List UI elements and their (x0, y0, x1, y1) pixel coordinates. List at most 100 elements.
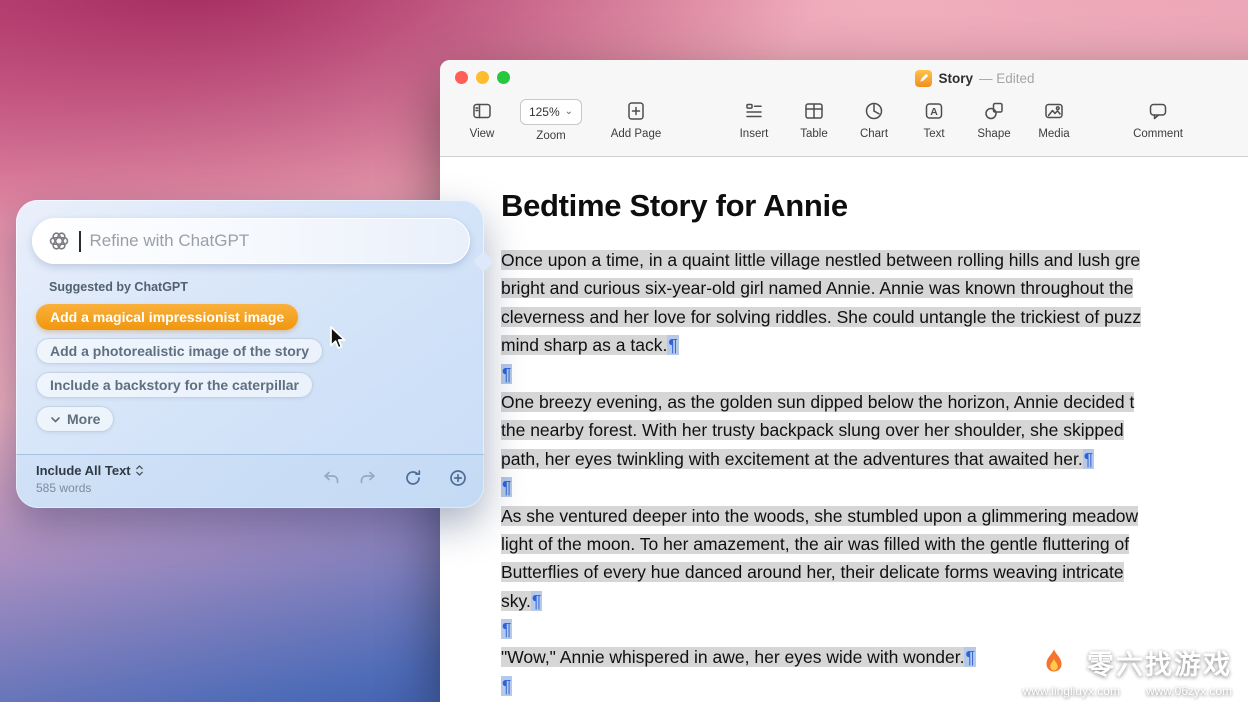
pages-window: Story — Edited View 125% ⌄ Zoom (440, 60, 1248, 702)
watermark-divider (1076, 650, 1078, 676)
pilcrow-mark: ¶ (964, 647, 975, 667)
insert-icon (743, 99, 765, 123)
toolbar-label: Text (923, 128, 944, 140)
comment-bubble-icon (1147, 99, 1169, 123)
chatgpt-logo-icon (46, 228, 72, 254)
media-photo-icon (1043, 99, 1065, 123)
zoom-dropdown[interactable]: 125% ⌄ (520, 99, 582, 125)
text-box-icon: A (923, 99, 945, 123)
pilcrow-mark: ¶ (1083, 449, 1094, 469)
selected-text: mind sharp as a tack. (501, 335, 667, 355)
svg-text:A: A (930, 106, 938, 118)
shape-icon (983, 99, 1005, 123)
pilcrow-mark: ¶ (667, 335, 678, 355)
titlebar: Story — Edited (440, 68, 1248, 88)
view-sidebar-icon (471, 99, 493, 123)
suggestion-add-magical-image[interactable]: Add a magical impressionist image (36, 304, 298, 330)
document-text-line: ¶ (501, 473, 1248, 501)
selected-text: As she ventured deeper into the woods, s… (501, 506, 1138, 526)
pilcrow-mark: ¶ (501, 364, 512, 384)
toolbar-label: Media (1038, 128, 1069, 140)
pilcrow-mark: ¶ (501, 676, 512, 696)
document-text-line: mind sharp as a tack.¶ (501, 331, 1248, 359)
toolbar-insert-button[interactable]: Insert (724, 99, 784, 140)
include-all-text-label: Include All Text (36, 463, 131, 478)
document-text-line: cleverness and her love for solving ridd… (501, 303, 1248, 331)
selected-text: One breezy evening, as the golden sun di… (501, 392, 1134, 412)
selected-text: "Wow," Annie whispered in awe, her eyes … (501, 647, 964, 667)
toolbar-comment-button[interactable]: Comment (1128, 99, 1188, 140)
document-text-line: the nearby forest. With her trusty backp… (501, 416, 1248, 444)
undo-button[interactable] (321, 468, 341, 488)
document-title: Bedtime Story for Annie (501, 188, 1248, 224)
zoom-value: 125% (529, 105, 560, 119)
add-button[interactable] (448, 468, 468, 488)
more-suggestions-button[interactable]: More (36, 406, 114, 432)
document-text-line: As she ventured deeper into the woods, s… (501, 502, 1248, 530)
selected-text: Once upon a time, in a quaint little vil… (501, 250, 1140, 270)
watermark-brand: 零六找游戏 (1087, 643, 1232, 682)
toolbar-shape-button[interactable]: Shape (964, 99, 1024, 140)
document-text-line: ¶ (501, 615, 1248, 643)
window-chrome: Story — Edited View 125% ⌄ Zoom (440, 60, 1248, 157)
toolbar-label: Table (800, 128, 828, 140)
toolbar-media-button[interactable]: Media (1024, 99, 1084, 140)
document-text-line: One breezy evening, as the golden sun di… (501, 388, 1248, 416)
selected-text: light of the moon. To her amazement, the… (501, 534, 1129, 554)
document-text-line: ¶ (501, 360, 1248, 388)
document-canvas[interactable]: Bedtime Story for Annie Once upon a time… (440, 157, 1248, 702)
pages-app-icon (915, 70, 932, 87)
refine-input[interactable] (88, 230, 457, 252)
watermark: 零六找游戏 www.lingliuyx.com www.06zyx.com (1023, 643, 1232, 698)
document-lines: Once upon a time, in a quaint little vil… (501, 246, 1248, 700)
toolbar-add-page-button[interactable]: Add Page (606, 99, 666, 140)
toolbar-chart-button[interactable]: Chart (844, 99, 904, 140)
refine-input-container[interactable] (32, 218, 470, 264)
chevron-down-icon: ⌄ (565, 107, 573, 117)
document-text-line: Once upon a time, in a quaint little vil… (501, 246, 1248, 274)
selected-text: sky. (501, 591, 531, 611)
pilcrow-mark: ¶ (501, 477, 512, 497)
document-text-line: bright and curious six-year-old girl nam… (501, 274, 1248, 302)
toolbar: View 125% ⌄ Zoom Add Page (440, 93, 1248, 161)
toolbar-view-button[interactable]: View (452, 99, 512, 140)
watermark-url-2: www.06zyx.com (1146, 684, 1232, 698)
suggestion-caterpillar-backstory[interactable]: Include a backstory for the caterpillar (36, 372, 313, 398)
toolbar-table-button[interactable]: Table (784, 99, 844, 140)
updown-chevrons-icon (135, 464, 144, 477)
watermark-url-1: www.lingliuyx.com (1023, 684, 1120, 698)
flame-logo-icon (1041, 648, 1067, 678)
toolbar-label: Add Page (611, 128, 662, 140)
regenerate-button[interactable] (403, 468, 423, 488)
word-count: 585 words (36, 481, 144, 495)
selected-text: Butterflies of every hue danced around h… (501, 562, 1124, 582)
add-page-icon (625, 99, 647, 123)
toolbar-label: Shape (977, 128, 1010, 140)
redo-button[interactable] (358, 468, 378, 488)
window-edited-label: — Edited (979, 71, 1035, 86)
toolbar-label: View (470, 128, 495, 140)
toolbar-zoom-control[interactable]: 125% ⌄ Zoom (512, 99, 590, 142)
pilcrow-mark: ¶ (531, 591, 542, 611)
document-text-line: light of the moon. To her amazement, the… (501, 530, 1248, 558)
chatgpt-assistant-panel: Suggested by ChatGPT Add a magical impre… (16, 200, 484, 508)
document-text-line: sky.¶ (501, 587, 1248, 615)
selected-text: cleverness and her love for solving ridd… (501, 307, 1141, 327)
suggested-by-label: Suggested by ChatGPT (49, 280, 188, 294)
desktop-wallpaper: Story — Edited View 125% ⌄ Zoom (0, 0, 1248, 702)
more-label: More (67, 411, 100, 427)
pilcrow-mark: ¶ (501, 619, 512, 639)
window-title: Story (938, 71, 973, 86)
selected-text: the nearby forest. With her trusty backp… (501, 420, 1124, 440)
assistant-footer: Include All Text 585 words (16, 454, 484, 508)
suggestion-photorealistic-image[interactable]: Add a photorealistic image of the story (36, 338, 323, 364)
text-caret (79, 231, 81, 252)
selected-text: bright and curious six-year-old girl nam… (501, 278, 1133, 298)
document-text-line: path, her eyes twinkling with excitement… (501, 445, 1248, 473)
chart-icon (863, 99, 885, 123)
toolbar-text-button[interactable]: A Text (904, 99, 964, 140)
include-all-text-selector[interactable]: Include All Text (36, 463, 144, 478)
toolbar-label: Zoom (536, 130, 565, 142)
toolbar-label: Insert (740, 128, 769, 140)
toolbar-label: Chart (860, 128, 888, 140)
